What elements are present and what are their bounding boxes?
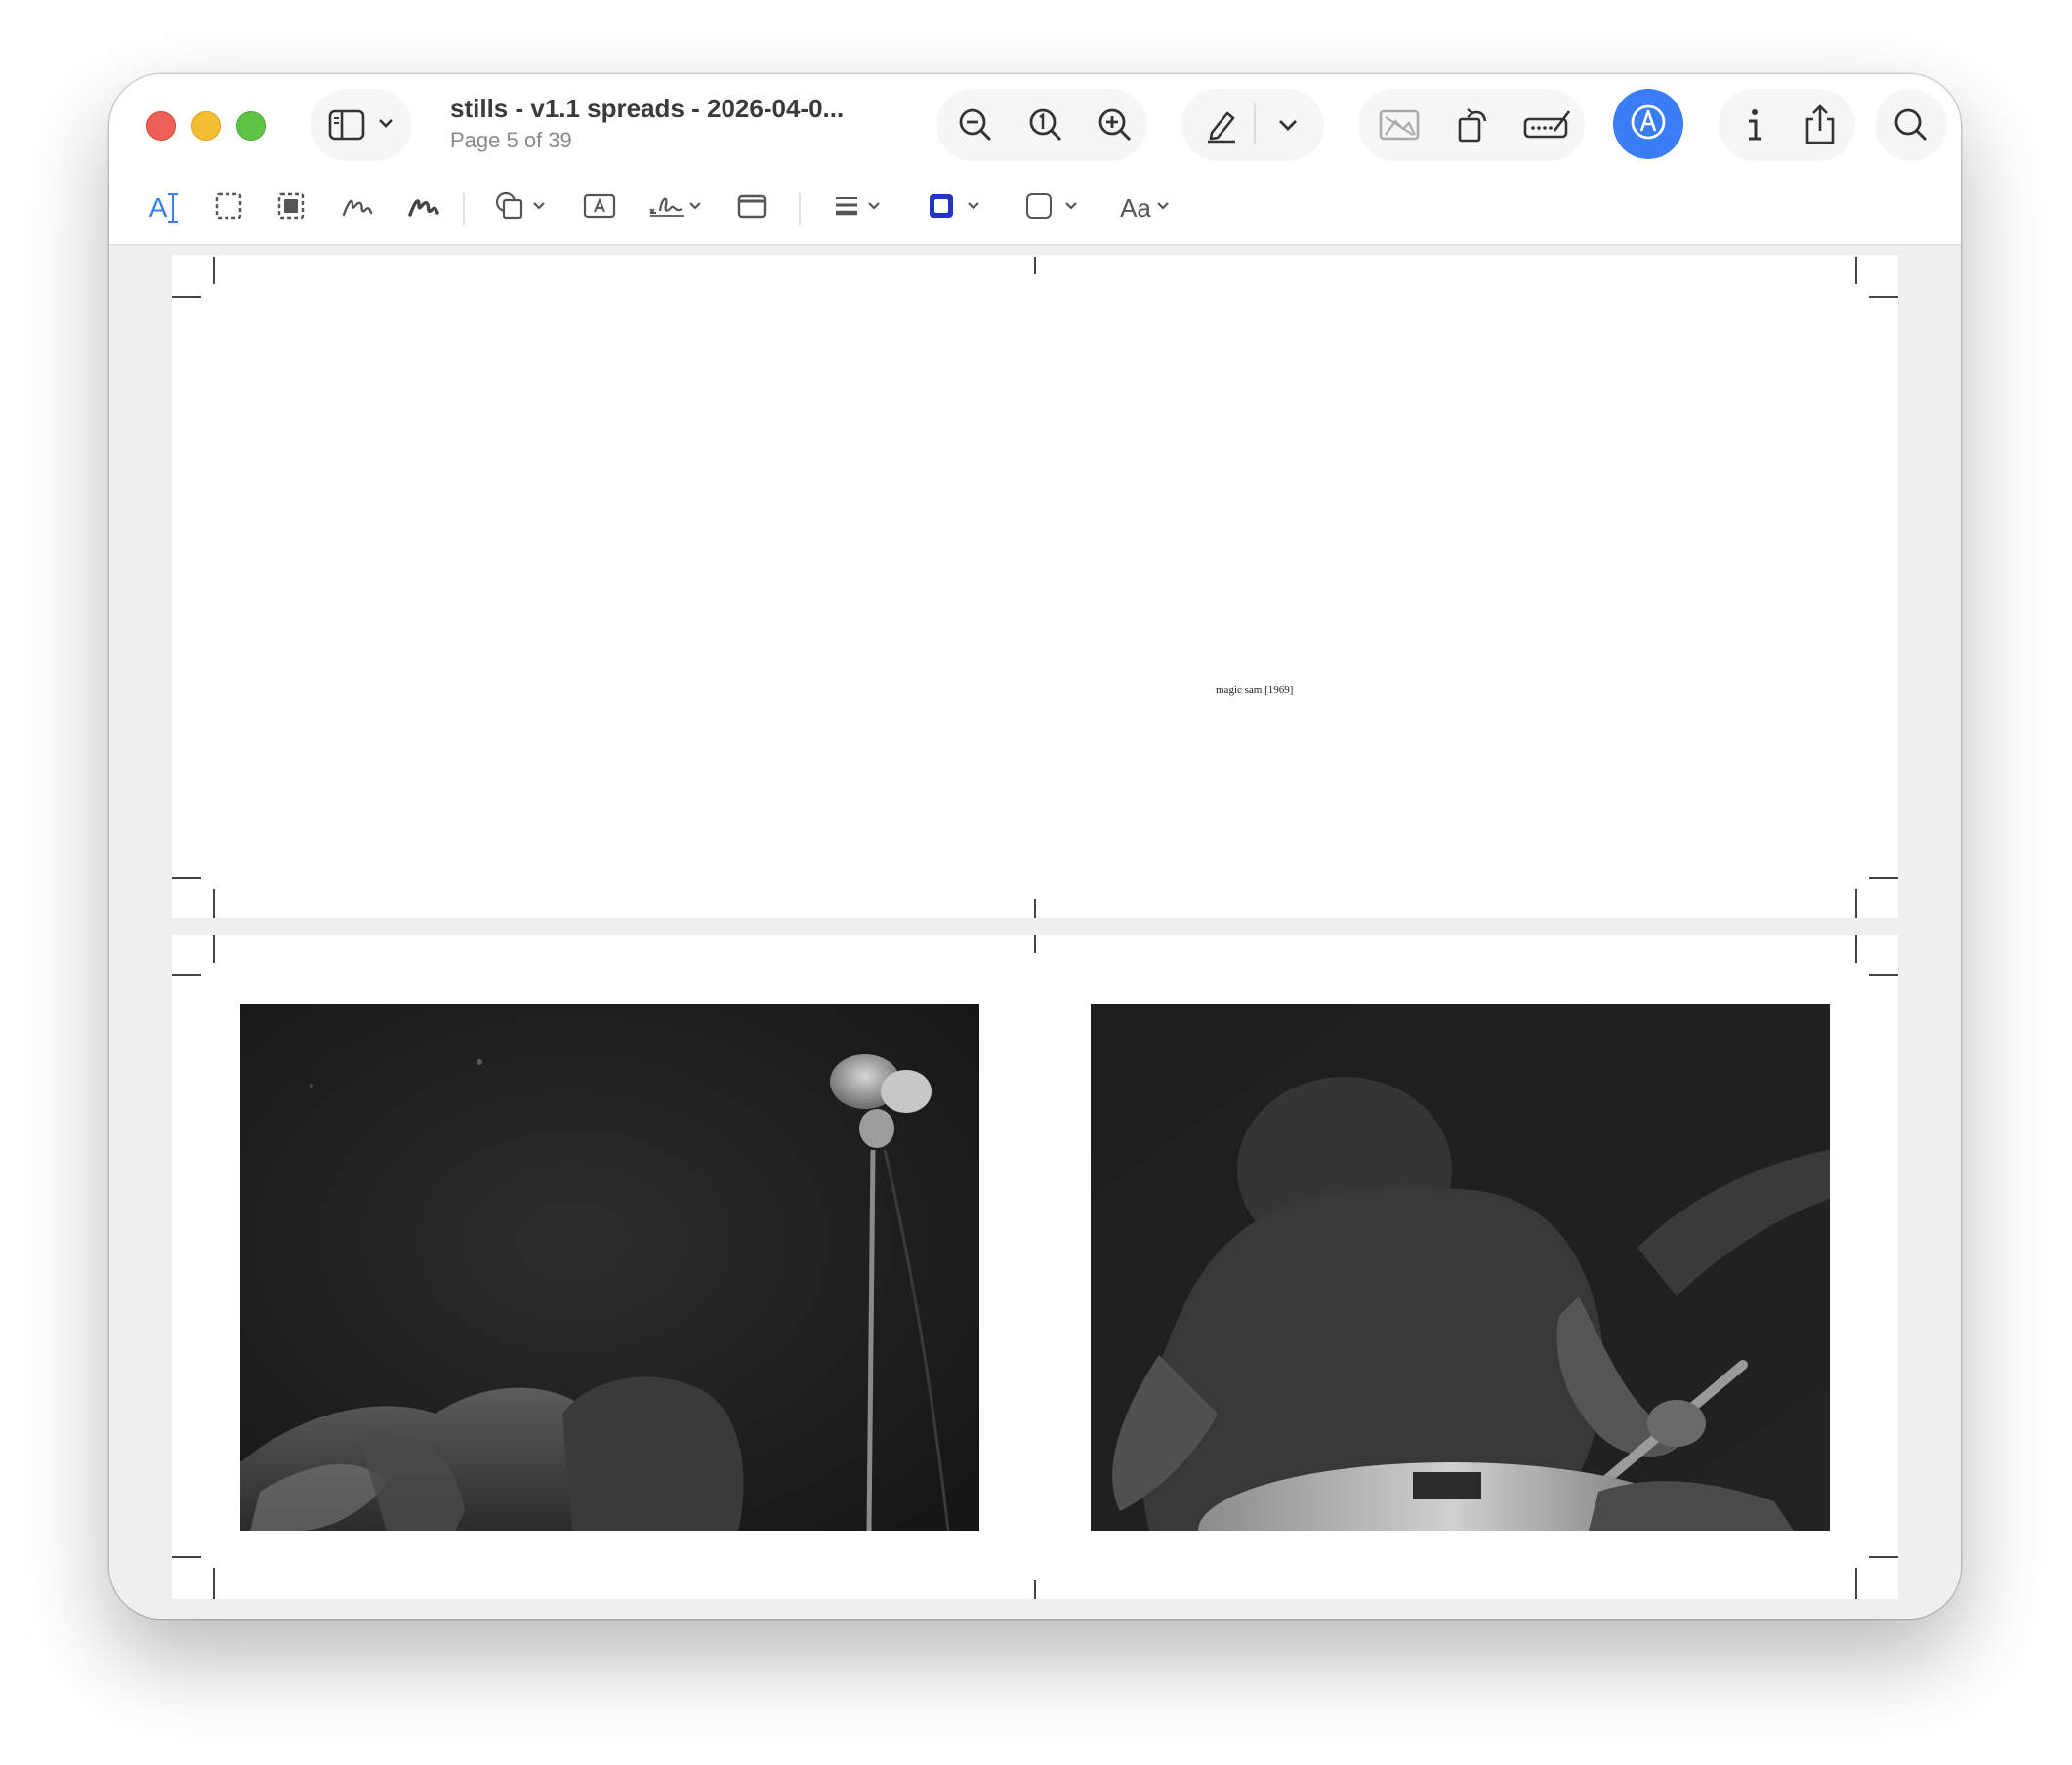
actual-size-button[interactable] bbox=[1010, 89, 1082, 161]
signature-tool[interactable] bbox=[644, 185, 705, 230]
rectangular-selection-tool[interactable] bbox=[207, 185, 250, 230]
chevron-down-icon bbox=[1063, 199, 1079, 217]
text-style-label: Aa bbox=[1120, 192, 1151, 223]
chevron-down-icon bbox=[687, 199, 703, 217]
crop-mark bbox=[1855, 257, 1857, 284]
info-button[interactable] bbox=[1719, 89, 1791, 161]
pen-icon bbox=[1202, 105, 1241, 144]
line-style-icon bbox=[833, 193, 860, 224]
sketch-tool[interactable] bbox=[336, 185, 379, 230]
smart-selection-tool[interactable] bbox=[269, 185, 312, 230]
text-box-icon bbox=[583, 192, 616, 225]
crop-mark bbox=[1869, 877, 1898, 879]
fill-color-icon bbox=[1024, 191, 1054, 226]
document-title: stills - v1.1 spreads - 2026-04-0... bbox=[450, 94, 845, 123]
toolbar-separator bbox=[799, 193, 801, 225]
crop-mark bbox=[213, 1568, 215, 1599]
rotate-icon bbox=[1454, 105, 1493, 144]
page-spread bbox=[172, 935, 1898, 1599]
crop-mark bbox=[1855, 1568, 1857, 1599]
instant-alpha-icon bbox=[276, 191, 306, 226]
crop-mark bbox=[1869, 974, 1898, 976]
crop-mark bbox=[1034, 257, 1036, 274]
crop-button[interactable] bbox=[1363, 89, 1435, 161]
page-caption: magic sam [1969] bbox=[1216, 684, 1294, 696]
markup-icon bbox=[1628, 102, 1669, 147]
search-button-icon-wrap[interactable] bbox=[1875, 89, 1947, 161]
document-view[interactable]: magic sam [1969] bbox=[109, 246, 1961, 1619]
text-selection-label: A bbox=[148, 192, 168, 223]
crop-mark bbox=[172, 1556, 201, 1558]
border-color-icon bbox=[927, 191, 956, 226]
info-icon bbox=[1740, 105, 1769, 144]
draw-tool[interactable] bbox=[402, 185, 445, 230]
crop-mark bbox=[172, 974, 201, 976]
crop-mark bbox=[172, 296, 201, 298]
crop-mark bbox=[1034, 899, 1036, 918]
zoom-in-button[interactable] bbox=[1079, 89, 1151, 161]
crop-mark bbox=[213, 257, 215, 284]
crop-mark bbox=[213, 889, 215, 918]
draw-icon bbox=[407, 191, 440, 226]
search-icon bbox=[1891, 105, 1930, 144]
sidebar-icon bbox=[328, 107, 367, 147]
crop-mark bbox=[1034, 1580, 1036, 1599]
crop-mark bbox=[1855, 935, 1857, 963]
window-icon bbox=[736, 192, 767, 225]
photo-left bbox=[240, 1004, 979, 1531]
crop-mark bbox=[1855, 889, 1857, 918]
redact-icon bbox=[1522, 107, 1573, 143]
page-indicator: Page 5 of 39 bbox=[450, 128, 572, 152]
chevron-down-icon bbox=[377, 116, 394, 135]
text-selection-icon: A bbox=[149, 192, 180, 224]
crop-mark bbox=[1869, 1556, 1898, 1558]
rotate-button[interactable] bbox=[1437, 89, 1510, 161]
zoom-button[interactable] bbox=[236, 111, 266, 141]
actual-size-icon bbox=[1026, 105, 1065, 144]
zoom-out-button[interactable] bbox=[939, 89, 1012, 161]
redact-button[interactable] bbox=[1512, 89, 1584, 161]
highlight-button[interactable] bbox=[1185, 89, 1258, 161]
crop-mark bbox=[213, 935, 215, 963]
chevron-down-icon bbox=[966, 199, 981, 217]
crop-mark bbox=[1869, 296, 1898, 298]
zoom-out-icon bbox=[956, 105, 995, 144]
chevron-down-icon bbox=[531, 199, 547, 217]
photo-right bbox=[1091, 1004, 1830, 1531]
rectangular-selection-icon bbox=[214, 191, 243, 226]
fill-color-tool[interactable] bbox=[1021, 185, 1082, 230]
close-button[interactable] bbox=[146, 111, 176, 141]
text-selection-tool[interactable]: A bbox=[143, 185, 186, 230]
chevron-down-icon bbox=[1277, 117, 1299, 133]
sketch-icon bbox=[341, 191, 374, 226]
chevron-down-icon bbox=[1155, 199, 1171, 217]
preview-window: stills - v1.1 spreads - 2026-04-0... Pag… bbox=[109, 74, 1961, 1619]
image-icon bbox=[1378, 107, 1421, 143]
zoom-in-icon bbox=[1096, 105, 1135, 144]
crop-mark bbox=[172, 877, 201, 879]
share-icon bbox=[1801, 103, 1840, 146]
markup-button[interactable] bbox=[1613, 89, 1683, 159]
line-style-tool[interactable] bbox=[828, 185, 887, 230]
markup-toolbar: A Aa bbox=[109, 172, 1961, 244]
sidebar-toggle-button[interactable] bbox=[311, 89, 412, 161]
toolbar-separator bbox=[463, 193, 465, 225]
text-style-tool[interactable]: Aa bbox=[1115, 185, 1176, 230]
page-spread: magic sam [1969] bbox=[172, 255, 1898, 918]
share-button[interactable] bbox=[1784, 89, 1856, 161]
signature-icon bbox=[646, 191, 685, 226]
border-color-tool[interactable] bbox=[924, 185, 984, 230]
highlight-options-button[interactable] bbox=[1252, 89, 1324, 161]
shapes-icon bbox=[494, 190, 527, 226]
minimize-button[interactable] bbox=[191, 111, 221, 141]
page-tool[interactable] bbox=[730, 185, 773, 230]
shapes-tool[interactable] bbox=[492, 185, 549, 230]
crop-mark bbox=[1034, 935, 1036, 953]
text-box-tool[interactable] bbox=[578, 185, 621, 230]
chevron-down-icon bbox=[866, 199, 882, 217]
